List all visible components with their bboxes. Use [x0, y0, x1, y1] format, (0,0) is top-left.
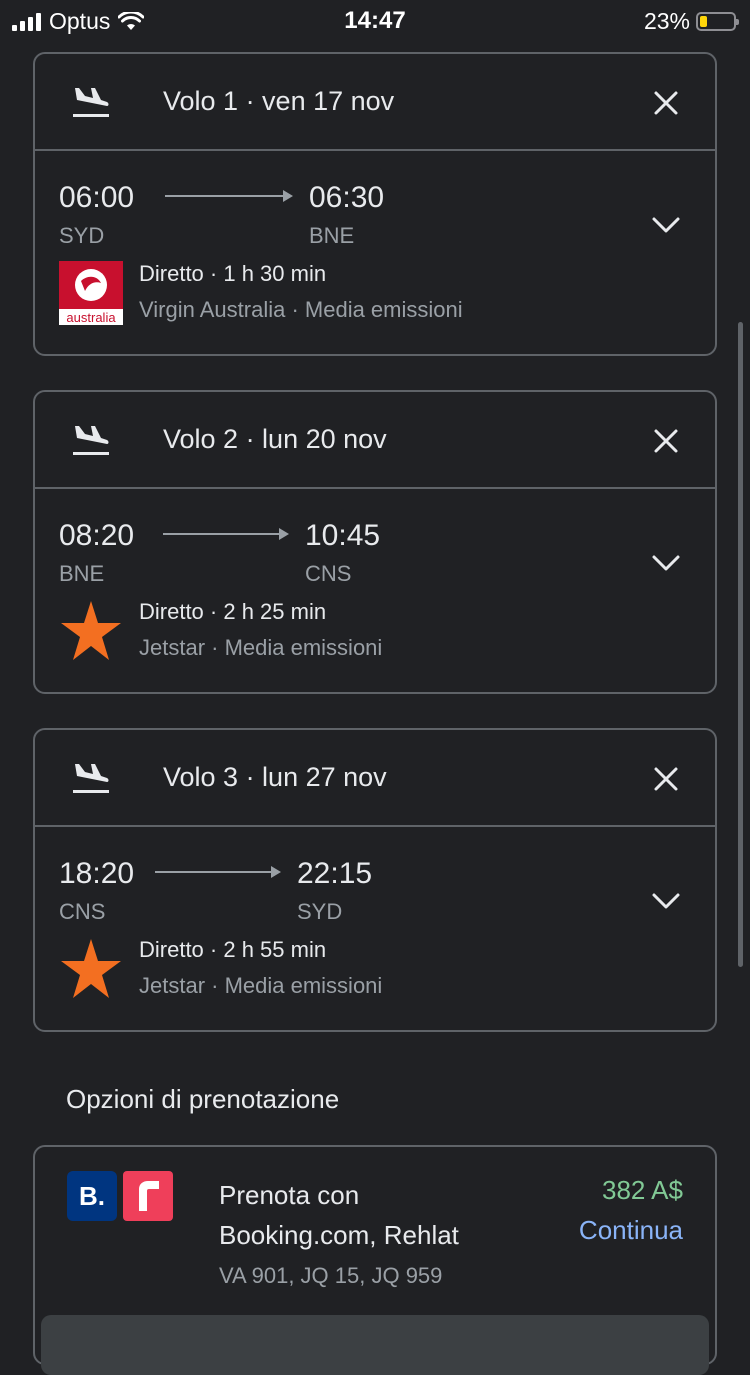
depart-time: 08:20	[59, 519, 135, 552]
flight-title: Volo 1 · ven 17 nov	[163, 86, 395, 116]
close-icon[interactable]	[653, 428, 679, 454]
close-icon[interactable]	[653, 766, 679, 792]
arrive-time: 10:45	[305, 519, 381, 552]
flight-summary: Diretto · 1 h 30 min	[139, 261, 327, 286]
continue-link[interactable]: Continua	[579, 1215, 683, 1246]
chevron-down-icon[interactable]	[651, 553, 681, 573]
battery-fill	[700, 16, 707, 27]
chevron-down-icon[interactable]	[651, 215, 681, 235]
clock: 14:47	[344, 7, 406, 34]
arrive-code: CNS	[305, 561, 352, 586]
booking-option-card[interactable]: B. Prenota con Booking.com, Rehlat VA 90…	[33, 1145, 717, 1375]
airline-emissions: Jetstar · Media emissioni	[139, 973, 383, 998]
flight-title: Volo 2 · lun 20 nov	[163, 424, 387, 454]
booking-com-logo: B.	[67, 1171, 117, 1221]
plane-landing-icon	[73, 88, 109, 117]
battery-percent: 23%	[643, 8, 690, 34]
plane-landing-icon	[73, 426, 109, 455]
flight-summary: Diretto · 2 h 55 min	[139, 937, 327, 962]
flight-card-header: Volo 1 · ven 17 nov	[35, 54, 715, 151]
depart-code: SYD	[59, 223, 105, 248]
booking-info-strip	[41, 1315, 709, 1375]
airline-emissions: Jetstar · Media emissioni	[139, 635, 383, 660]
flight-details[interactable]: 08:20 BNE 10:45 CNS Diretto · 2 h 25 min…	[35, 489, 715, 692]
arrive-time: 06:30	[309, 181, 385, 214]
booking-price: 382 A$	[602, 1175, 683, 1205]
battery-icon	[696, 12, 739, 31]
flight-details[interactable]: 18:20 CNS 22:15 SYD Diretto · 2 h 55 min…	[35, 827, 715, 1030]
depart-code: BNE	[59, 561, 105, 586]
status-bar: Optus 14:47 23%	[0, 0, 750, 40]
depart-time: 18:20	[59, 857, 135, 890]
scrollbar[interactable]	[738, 322, 743, 967]
flight-title: Volo 3 · lun 27 nov	[163, 762, 387, 792]
depart-time: 06:00	[59, 181, 135, 214]
arrow-right-icon	[163, 528, 289, 540]
arrive-time: 22:15	[297, 857, 373, 890]
jetstar-star-logo	[61, 939, 121, 998]
flight-card-3: Volo 3 · lun 27 nov 18:20 CNS 22:15 SYD …	[33, 728, 717, 1032]
arrive-code: SYD	[297, 899, 343, 924]
booking-provider-text: Prenota con Booking.com, Rehlat	[219, 1180, 459, 1250]
arrow-right-icon	[155, 866, 281, 878]
arrow-right-icon	[165, 190, 293, 202]
flight-summary: Diretto · 2 h 25 min	[139, 599, 327, 624]
close-icon[interactable]	[653, 90, 679, 116]
status-right: 23%	[643, 8, 739, 35]
flight-card-header: Volo 3 · lun 27 nov	[35, 730, 715, 827]
airline-emissions: Virgin Australia · Media emissioni	[139, 297, 463, 322]
flight-card-2: Volo 2 · lun 20 nov 08:20 BNE 10:45 CNS …	[33, 390, 717, 694]
virgin-logo-text: australia	[66, 310, 116, 325]
chevron-down-icon[interactable]	[651, 891, 681, 911]
jetstar-star-logo	[61, 601, 121, 660]
arrive-code: BNE	[309, 223, 355, 248]
booking-flight-numbers: VA 901, JQ 15, JQ 959	[219, 1263, 443, 1288]
booking-options-heading: Opzioni di prenotazione	[66, 1084, 340, 1114]
plane-landing-icon	[73, 764, 109, 793]
flight-card-1: Volo 1 · ven 17 nov 06:00 SYD 06:30 BNE …	[33, 52, 717, 356]
virgin-australia-logo: australia	[59, 261, 123, 325]
flight-details[interactable]: 06:00 SYD 06:30 BNE australia Diretto · …	[35, 151, 715, 354]
depart-code: CNS	[59, 899, 106, 924]
flight-card-header: Volo 2 · lun 20 nov	[35, 392, 715, 489]
rehlat-logo	[123, 1171, 173, 1221]
